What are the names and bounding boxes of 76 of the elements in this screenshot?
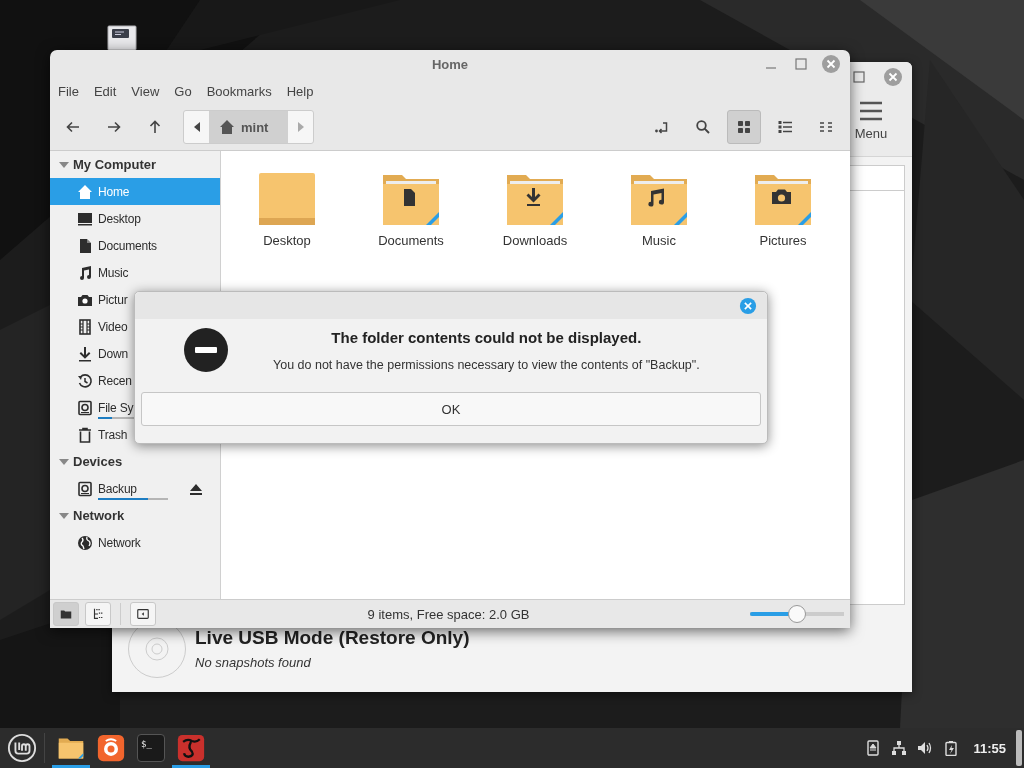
- menu-item[interactable]: Go: [174, 83, 192, 99]
- caret-right-icon: [296, 121, 305, 133]
- folder-item[interactable]: Desktop: [225, 169, 349, 248]
- editor-icon: [177, 734, 205, 762]
- places-pane-button[interactable]: [53, 602, 79, 626]
- tree-icon: [91, 607, 105, 621]
- home-icon: [77, 183, 93, 200]
- compact-list-icon: [818, 119, 834, 135]
- sidebar-toggle-icon: [136, 607, 150, 621]
- collapse-arrow-icon[interactable]: [59, 456, 69, 467]
- home-icon: [219, 119, 235, 135]
- panel-edge: [1016, 730, 1022, 766]
- section-heading: My Computer: [73, 157, 157, 172]
- return-arrow-icon: [654, 119, 670, 135]
- window-title: Home: [431, 56, 469, 72]
- sidebar-item[interactable]: Documents: [50, 232, 220, 259]
- status-text: 9 items, Free space: 2.0 GB: [366, 606, 531, 622]
- close-button[interactable]: [821, 54, 841, 74]
- menu-item[interactable]: Bookmarks: [206, 83, 272, 99]
- drive-icon: [77, 399, 93, 416]
- sidebar-item[interactable]: Desktop: [50, 205, 220, 232]
- drive-icon: [77, 480, 93, 497]
- section-heading: Network: [73, 508, 125, 523]
- snapshot-title: Live USB Mode (Restore Only): [195, 627, 470, 650]
- volume-icon[interactable]: [917, 740, 934, 756]
- terminal-icon: $_: [137, 734, 165, 762]
- removable-drive-icon[interactable]: [865, 740, 882, 756]
- arrow-right-icon: [106, 119, 122, 135]
- menu-item[interactable]: File: [58, 83, 79, 99]
- sidebar-item[interactable]: Network: [50, 529, 220, 556]
- tree-pane-button[interactable]: [85, 602, 111, 626]
- collapse-arrow-icon[interactable]: [59, 159, 69, 170]
- monitor-icon: [77, 210, 93, 227]
- grid-icon: [736, 119, 752, 135]
- trash-icon: [77, 426, 93, 443]
- folder-item[interactable]: Documents: [349, 169, 473, 248]
- menu-logo-icon[interactable]: [7, 733, 37, 763]
- globe-icon: [77, 534, 93, 551]
- caret-left-icon: [192, 121, 201, 133]
- battery-icon[interactable]: [943, 740, 960, 756]
- music-note-icon: [77, 264, 93, 281]
- folder-item[interactable]: Music: [597, 169, 721, 248]
- network-icon[interactable]: [891, 740, 908, 756]
- document-icon: [77, 237, 93, 254]
- sidebar-item[interactable]: Backup: [50, 475, 220, 502]
- collapse-arrow-icon[interactable]: [59, 510, 69, 521]
- film-icon: [77, 318, 93, 335]
- close-button[interactable]: [739, 296, 757, 315]
- menu-button[interactable]: Menu: [852, 101, 890, 141]
- error-icon: [183, 327, 229, 373]
- history-icon: [77, 372, 93, 389]
- menu-item[interactable]: Edit: [93, 83, 117, 99]
- path-segment[interactable]: mint: [209, 111, 289, 143]
- dialog-message: You do not have the permissions necessary to view the contents of "Backup".: [273, 357, 700, 372]
- download-icon: [77, 345, 93, 362]
- arrow-up-icon: [147, 119, 163, 135]
- browser-icon: [97, 734, 125, 762]
- menu-item[interactable]: Help: [286, 83, 314, 99]
- clock[interactable]: 11:55: [973, 740, 1006, 756]
- taskbar-app[interactable]: $_: [132, 728, 170, 768]
- search-icon: [695, 119, 711, 135]
- icon-view-button[interactable]: [727, 110, 761, 144]
- slider-thumb[interactable]: [788, 605, 807, 623]
- ok-button[interactable]: OK: [141, 392, 761, 426]
- menu-item[interactable]: View: [131, 83, 160, 99]
- dialog-heading: The folder contents could not be displayed.: [331, 328, 642, 346]
- sidebar-item[interactable]: Music: [50, 259, 220, 286]
- snapshot-subtitle: No snapshots found: [195, 655, 312, 671]
- section-heading: Devices: [73, 454, 123, 469]
- sidebar-toggle-button[interactable]: [130, 602, 156, 626]
- arrow-left-icon: [65, 119, 81, 135]
- list-icon: [777, 119, 793, 135]
- folder-item[interactable]: Downloads: [473, 169, 597, 248]
- close-button[interactable]: [883, 67, 903, 87]
- menu-icon: [859, 101, 883, 121]
- folder-item[interactable]: Pictures: [721, 169, 845, 248]
